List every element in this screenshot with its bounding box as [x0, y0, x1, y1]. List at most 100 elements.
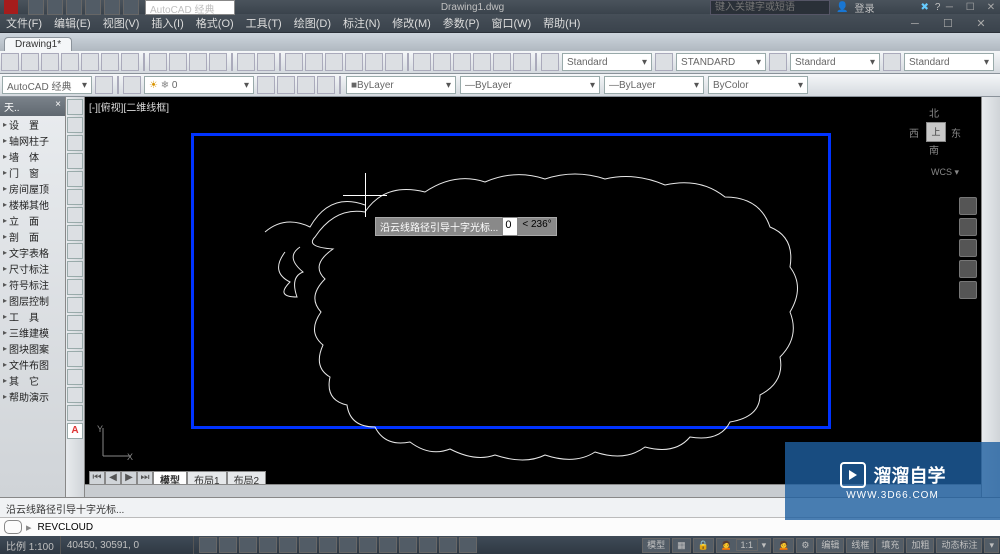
dim-style-combo[interactable]: STANDARD [676, 53, 766, 71]
tab-last-icon[interactable]: ⏭ [137, 471, 153, 485]
spline-icon[interactable] [67, 243, 83, 259]
arc-icon[interactable] [67, 189, 83, 205]
palette-item[interactable]: 符号标注 [0, 276, 65, 292]
palette-item[interactable]: 剖 面 [0, 228, 65, 244]
redo-icon[interactable] [257, 53, 275, 71]
tab-prev-icon[interactable]: ◀ [105, 471, 121, 485]
3dosnap-toggle[interactable] [299, 537, 317, 553]
viewcube-west[interactable]: 西 [909, 125, 919, 140]
dyn-toggle[interactable] [359, 537, 377, 553]
sc-toggle[interactable] [439, 537, 457, 553]
lwt-toggle[interactable] [379, 537, 397, 553]
viewcube[interactable]: 北 西 东 南 上 [909, 105, 961, 157]
tablestyle-icon[interactable] [769, 53, 787, 71]
zoom-all-icon[interactable] [385, 53, 403, 71]
ws-gear-icon[interactable] [95, 76, 113, 94]
search-input[interactable] [710, 0, 830, 15]
pan-icon[interactable] [285, 53, 303, 71]
drawing-canvas[interactable]: [-][俯视][二维线框] 沿云线路径引导十字光标... 0 < 236° 北 … [85, 97, 981, 497]
workspace-combo[interactable]: AutoCAD 经典 [2, 76, 92, 94]
undo-icon[interactable] [237, 53, 255, 71]
dynamic-value-field[interactable]: 0 [502, 217, 518, 236]
menu-view[interactable]: 视图(V) [97, 15, 146, 31]
xline-icon[interactable] [67, 117, 83, 133]
nav-orbit-icon[interactable] [959, 260, 977, 278]
dimstyle-icon[interactable] [655, 53, 673, 71]
menu-format[interactable]: 格式(O) [190, 15, 240, 31]
tab-model[interactable]: 模型 [153, 471, 187, 485]
revcloud-icon[interactable] [67, 225, 83, 241]
menu-insert[interactable]: 插入(I) [145, 15, 189, 31]
circle-icon[interactable] [67, 207, 83, 223]
palette-item[interactable]: 墙 体 [0, 148, 65, 164]
menu-parametric[interactable]: 参数(P) [437, 15, 486, 31]
line-icon[interactable] [67, 99, 83, 115]
palette-item[interactable]: 尺寸标注 [0, 260, 65, 276]
zoom-extents-icon[interactable] [365, 53, 383, 71]
tab-first-icon[interactable]: ⏮ [89, 471, 105, 485]
palette-item[interactable]: 文字表格 [0, 244, 65, 260]
mleaderstyle-icon[interactable] [883, 53, 901, 71]
exchange-icon[interactable]: ✖ [920, 2, 928, 13]
close-button[interactable]: ✕ [982, 2, 1000, 13]
rectangle-icon[interactable] [67, 171, 83, 187]
table-style-combo[interactable]: Standard [790, 53, 880, 71]
markup-icon[interactable] [493, 53, 511, 71]
menu-modify[interactable]: 修改(M) [386, 15, 437, 31]
polyline-icon[interactable] [67, 135, 83, 151]
tpy-toggle[interactable] [399, 537, 417, 553]
open-icon[interactable] [21, 53, 39, 71]
color-combo[interactable]: ■ ByLayer [346, 76, 456, 94]
plot-icon[interactable] [81, 53, 99, 71]
qat-print-icon[interactable] [123, 0, 139, 15]
menu-dimension[interactable]: 标注(N) [337, 15, 386, 31]
palette-item[interactable]: 图层控制 [0, 292, 65, 308]
region-icon[interactable] [67, 387, 83, 403]
nav-showmotion-icon[interactable] [959, 281, 977, 299]
palette-item[interactable]: 三维建模 [0, 324, 65, 340]
palette-item[interactable]: 图块图案 [0, 340, 65, 356]
palette-item[interactable]: 门 窗 [0, 164, 65, 180]
palette-item[interactable]: 工 具 [0, 308, 65, 324]
hatch-icon[interactable] [67, 351, 83, 367]
new-icon[interactable] [1, 53, 19, 71]
qat-save-icon[interactable] [66, 0, 82, 15]
insert-icon[interactable] [67, 297, 83, 313]
zoom-prev-icon[interactable] [345, 53, 363, 71]
preview-icon[interactable] [101, 53, 119, 71]
point-icon[interactable] [67, 333, 83, 349]
viewcube-south[interactable]: 南 [929, 142, 939, 157]
snap-toggle[interactable] [199, 537, 217, 553]
menu-window[interactable]: 窗口(W) [485, 15, 537, 31]
properties-icon[interactable] [413, 53, 431, 71]
text-style-combo[interactable]: Standard [562, 53, 652, 71]
matchprop-icon[interactable] [209, 53, 227, 71]
maximize-button[interactable]: ☐ [961, 2, 979, 13]
copy-icon[interactable] [169, 53, 187, 71]
menu-file[interactable]: 文件(F) [0, 15, 48, 31]
cut-icon[interactable] [149, 53, 167, 71]
designcenter-icon[interactable] [433, 53, 451, 71]
mtext-icon[interactable]: A [67, 423, 83, 439]
tab-layout2[interactable]: 布局2 [227, 471, 267, 485]
qat-new-icon[interactable] [28, 0, 44, 15]
publish-icon[interactable] [121, 53, 139, 71]
doc-restore-button[interactable]: ☐ [933, 17, 963, 30]
infocenter-icon[interactable]: 👤 [836, 2, 848, 13]
workspace-dropdown[interactable]: AutoCAD 经典 [145, 0, 235, 15]
qat-open-icon[interactable] [47, 0, 63, 15]
doc-tab-active[interactable]: Drawing1* [4, 37, 72, 51]
qat-redo-icon[interactable] [104, 0, 120, 15]
ducs-toggle[interactable] [339, 537, 357, 553]
osnap-toggle[interactable] [279, 537, 297, 553]
gradient-icon[interactable] [67, 369, 83, 385]
palette-title[interactable]: 天..× [0, 97, 65, 116]
nav-zoom-icon[interactable] [959, 239, 977, 257]
layer-lock-icon[interactable] [317, 76, 335, 94]
block-icon[interactable] [67, 315, 83, 331]
zoom-window-icon[interactable] [325, 53, 343, 71]
menu-tools[interactable]: 工具(T) [240, 15, 288, 31]
save-icon[interactable] [41, 53, 59, 71]
viewcube-east[interactable]: 东 [951, 125, 961, 140]
doc-close-button[interactable]: ✕ [966, 17, 996, 30]
